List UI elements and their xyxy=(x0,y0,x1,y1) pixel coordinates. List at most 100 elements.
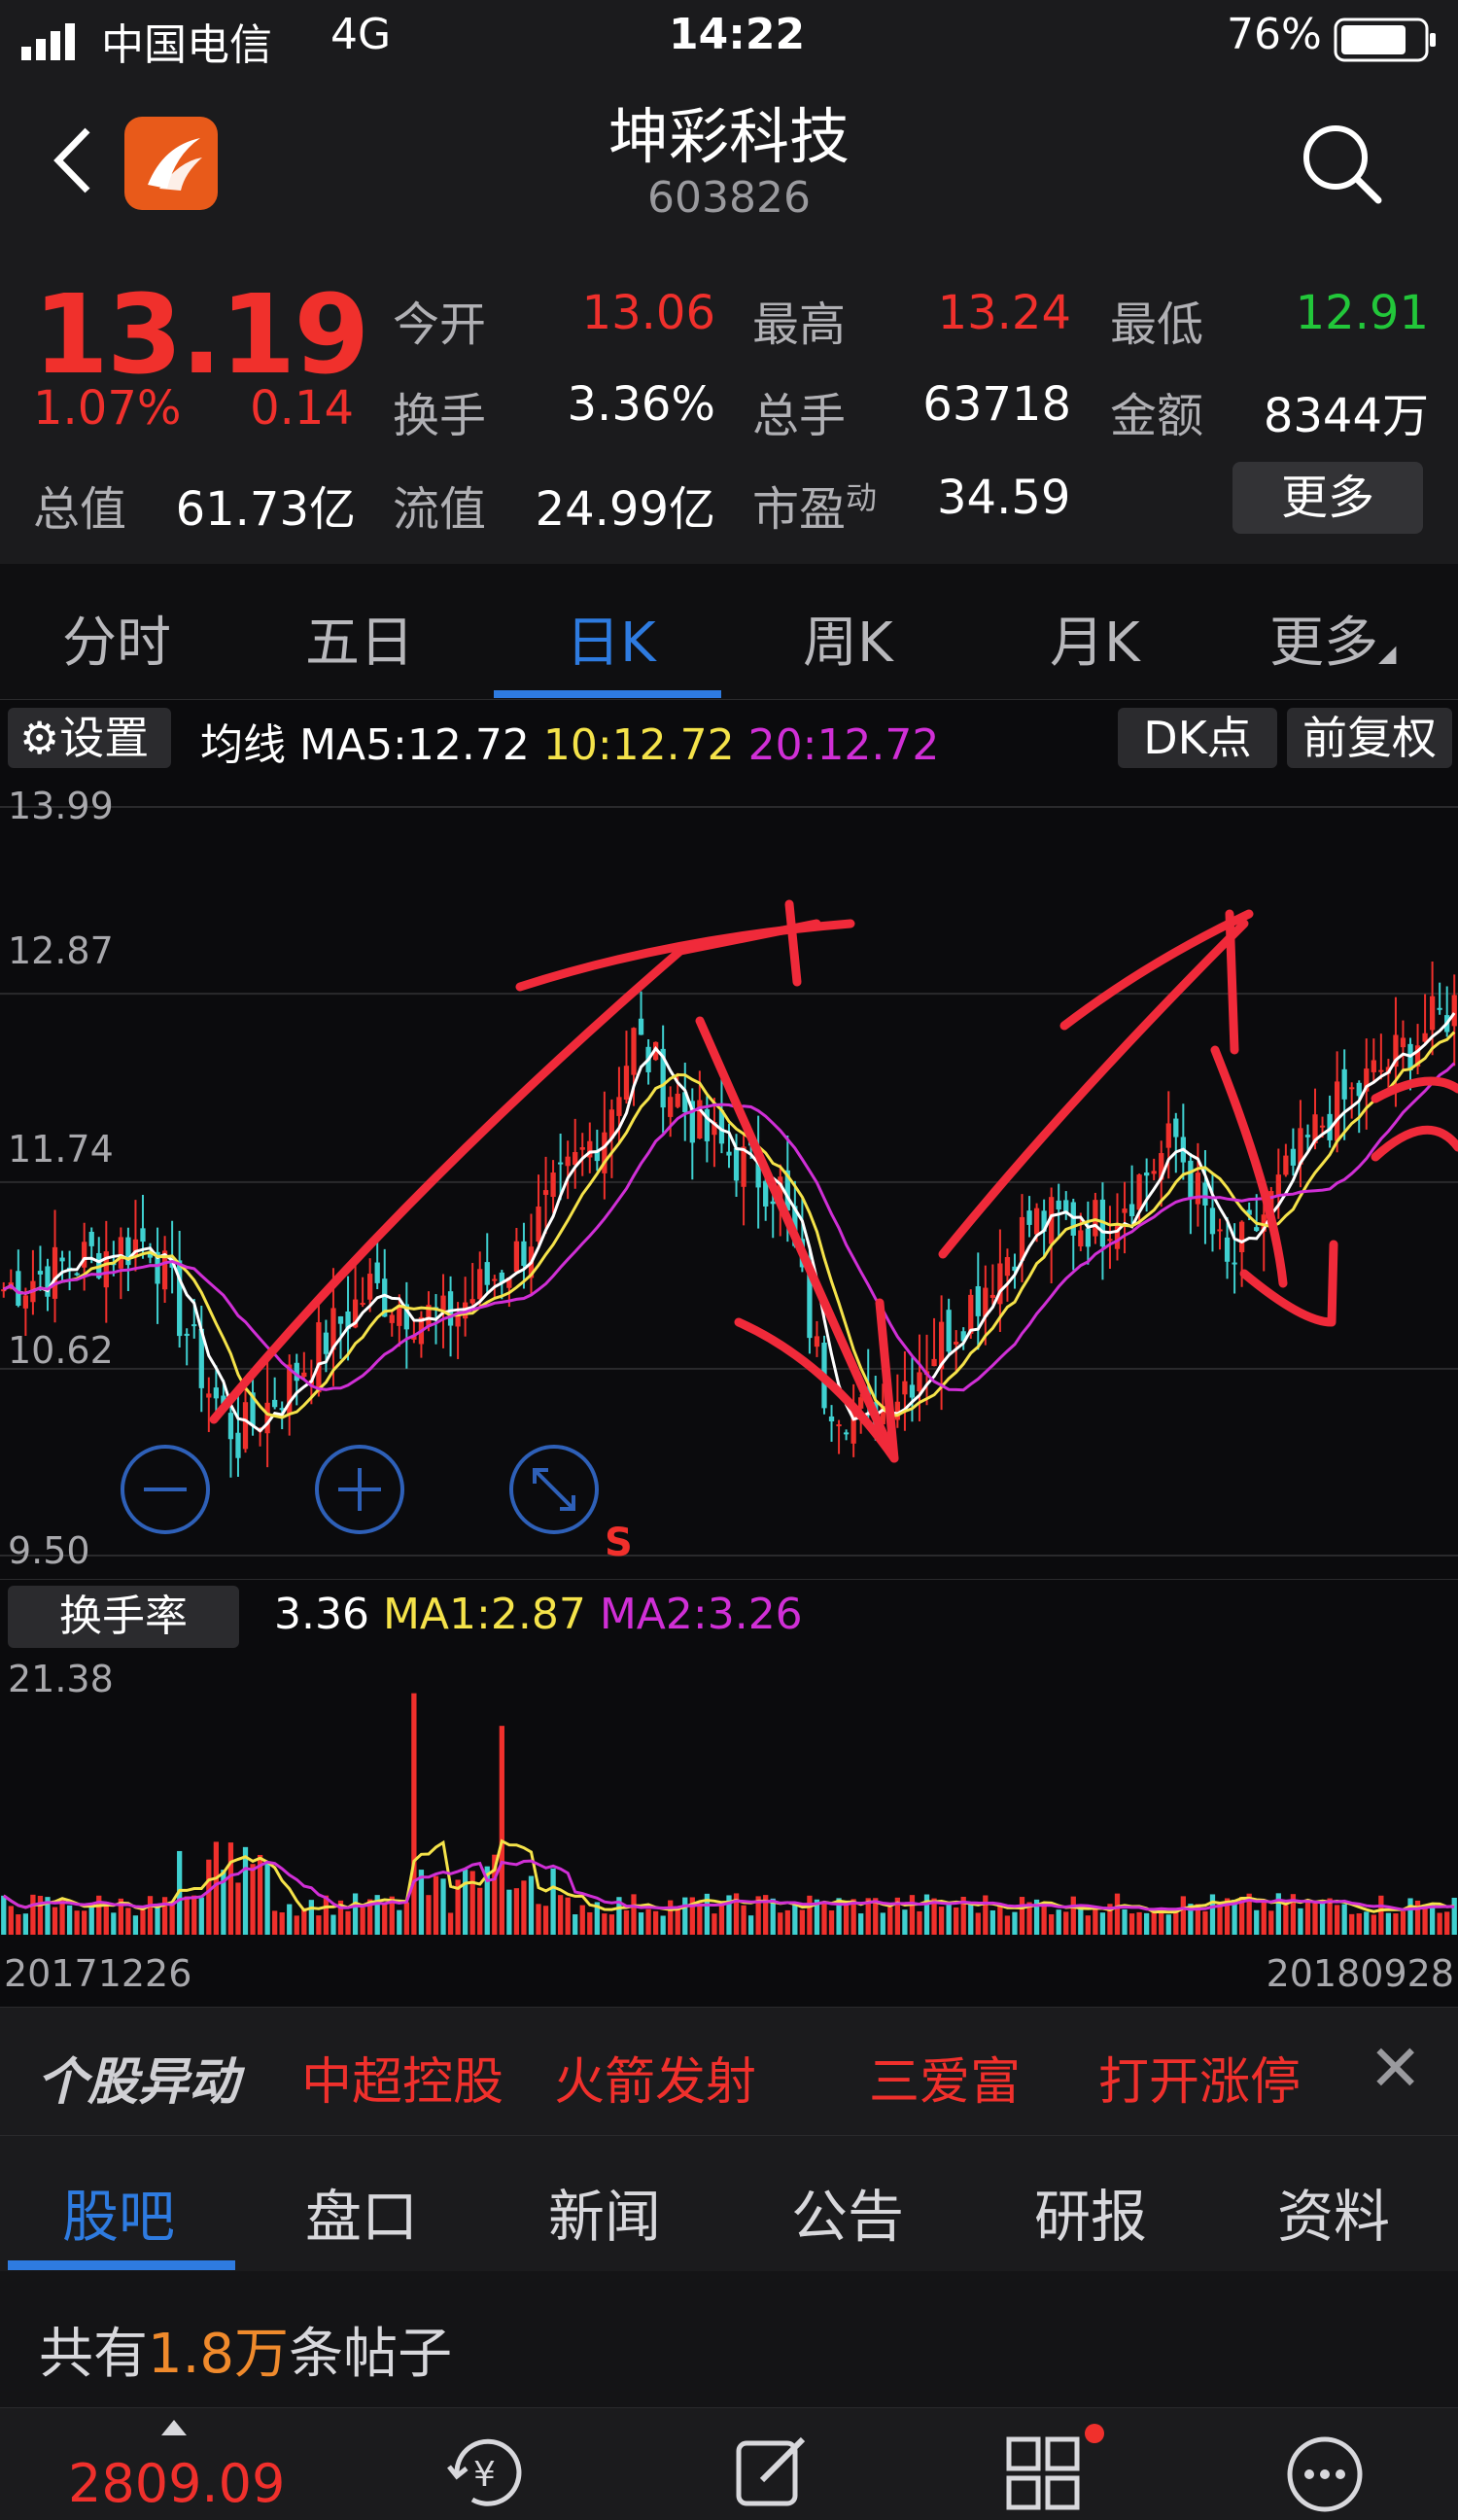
turnover-bar xyxy=(784,1909,790,1935)
candle-body xyxy=(1144,1172,1150,1176)
turnover-bar xyxy=(345,1910,351,1935)
turnover-bar xyxy=(1012,1911,1018,1935)
turnover-bar xyxy=(778,1912,783,1935)
grid-menu-icon[interactable] xyxy=(1001,2428,1089,2515)
tab-forum[interactable]: 股吧 xyxy=(62,2171,175,2253)
turnover-value: 3.36% xyxy=(567,377,715,432)
annotation-stroke xyxy=(1225,909,1239,1055)
candle-body xyxy=(37,1271,44,1275)
candle-body xyxy=(1275,1174,1281,1197)
turnover-bar xyxy=(880,1912,885,1935)
zoom-out-button[interactable] xyxy=(121,1445,210,1534)
candle-body xyxy=(1085,1228,1091,1247)
turnover-bar xyxy=(447,1912,454,1935)
low-value: 12.91 xyxy=(1295,286,1429,340)
price-tick: 9.50 xyxy=(8,1529,90,1572)
candle-body xyxy=(227,1413,234,1440)
candle-body xyxy=(492,1278,498,1281)
tab-news[interactable]: 新闻 xyxy=(548,2171,661,2253)
turnover-bar xyxy=(983,1895,989,1935)
turnover-bar xyxy=(169,1903,175,1935)
zoom-in-button[interactable] xyxy=(315,1445,404,1534)
candle-body xyxy=(1128,1204,1135,1216)
tab-profile[interactable]: 资料 xyxy=(1277,2171,1390,2253)
turnover-bar xyxy=(1151,1911,1157,1935)
close-icon[interactable]: ✕ xyxy=(1369,2031,1422,2106)
turnover-bar xyxy=(557,1895,564,1935)
tab-more[interactable]: 更多◢ xyxy=(1269,599,1396,678)
turnover-bar xyxy=(631,1894,637,1935)
candle-body xyxy=(697,1100,703,1139)
candlestick-chart[interactable]: 13.99 12.87 11.74 10.62 9.50 S xyxy=(0,778,1458,1575)
mover-item[interactable]: 火箭发射 xyxy=(554,2041,756,2114)
tab-intraday[interactable]: 分时 xyxy=(62,599,171,678)
settings-label: 设置 xyxy=(59,712,150,764)
turnover-bar xyxy=(1261,1901,1267,1935)
page-title: 坤彩科技 xyxy=(608,101,850,172)
candle-body xyxy=(828,1416,835,1421)
dk-point-button[interactable]: DK点 xyxy=(1118,708,1277,768)
turnover-bar xyxy=(938,1907,945,1935)
turnover-bar xyxy=(1114,1893,1121,1935)
candle-body xyxy=(1224,1237,1231,1262)
turnover-bar xyxy=(1254,1909,1260,1935)
tab-research[interactable]: 研报 xyxy=(1034,2171,1147,2253)
turnover-bar xyxy=(1019,1897,1025,1935)
open-value: 13.06 xyxy=(581,286,715,340)
more-options-icon[interactable] xyxy=(1281,2428,1369,2515)
candle-body xyxy=(1122,1208,1128,1213)
plus-icon xyxy=(338,1468,381,1511)
tab-daily-k[interactable]: 日K xyxy=(566,599,656,678)
candle-body xyxy=(1217,1229,1223,1232)
turnover-bar xyxy=(433,1875,439,1935)
turnover-bar xyxy=(125,1908,131,1935)
turnover-bar xyxy=(463,1869,469,1935)
ma-values: 均线 MA5:12.72 10:12.72 20:12.72 xyxy=(200,710,939,772)
turnover-bar xyxy=(1385,1912,1392,1935)
high-label: 最高 xyxy=(752,298,847,352)
forward-adjust-button[interactable]: 前复权 xyxy=(1287,708,1452,768)
tab-weekly-k[interactable]: 周K xyxy=(803,599,893,678)
candle-body xyxy=(968,1294,974,1334)
stock-header: 坤彩科技 603826 xyxy=(0,78,1458,272)
candle-body xyxy=(894,1401,901,1420)
turnover-bar xyxy=(1407,1898,1413,1935)
tab-more-label: 更多 xyxy=(1269,612,1378,675)
turnover-bar xyxy=(440,1878,446,1935)
turnover-bar xyxy=(411,1693,417,1935)
tab-orderbook[interactable]: 盘口 xyxy=(305,2171,418,2253)
turnover-bar xyxy=(1056,1909,1061,1935)
candle-body xyxy=(579,1146,585,1150)
fullscreen-button[interactable] xyxy=(509,1445,599,1534)
mover-item[interactable]: 中超控股 xyxy=(301,2041,503,2114)
turnover-indicator-button[interactable]: 换手率 xyxy=(8,1586,239,1648)
candle-body xyxy=(917,1372,922,1392)
posts-summary: 共有1.8万条帖子 xyxy=(0,2271,1458,2407)
candle-body xyxy=(59,1257,65,1262)
candle-body xyxy=(1195,1172,1201,1205)
index-value[interactable]: 2809.09 xyxy=(68,2453,285,2514)
volume-label: 总手 xyxy=(752,389,847,443)
candle-body xyxy=(542,1190,549,1196)
mover-item[interactable]: 三爱富 xyxy=(869,2041,1021,2114)
edit-post-icon[interactable] xyxy=(727,2428,815,2515)
settings-button[interactable]: ⚙设置 xyxy=(8,708,171,768)
mktcap-value: 61.73亿 xyxy=(175,482,356,537)
tab-monthly-k[interactable]: 月K xyxy=(1050,599,1140,678)
tab-five-day[interactable]: 五日 xyxy=(305,599,414,678)
trade-icon[interactable]: ¥ xyxy=(443,2428,531,2515)
turnover-bar xyxy=(287,1904,293,1935)
turnover-bar xyxy=(250,1864,256,1935)
candle-body xyxy=(264,1402,270,1434)
turnover-bar xyxy=(316,1915,322,1935)
ma20-value: 20:12.72 xyxy=(747,720,940,770)
candle-body xyxy=(975,1286,981,1316)
candle-body xyxy=(726,1151,732,1156)
candle-body xyxy=(316,1322,322,1393)
search-button[interactable] xyxy=(1293,115,1390,212)
tab-announcements[interactable]: 公告 xyxy=(791,2171,904,2253)
more-quote-button[interactable]: 更多 xyxy=(1232,462,1423,534)
turnover-bar xyxy=(308,1900,314,1935)
gear-icon: ⚙ xyxy=(19,712,60,764)
mover-item[interactable]: 打开涨停 xyxy=(1098,2041,1301,2114)
